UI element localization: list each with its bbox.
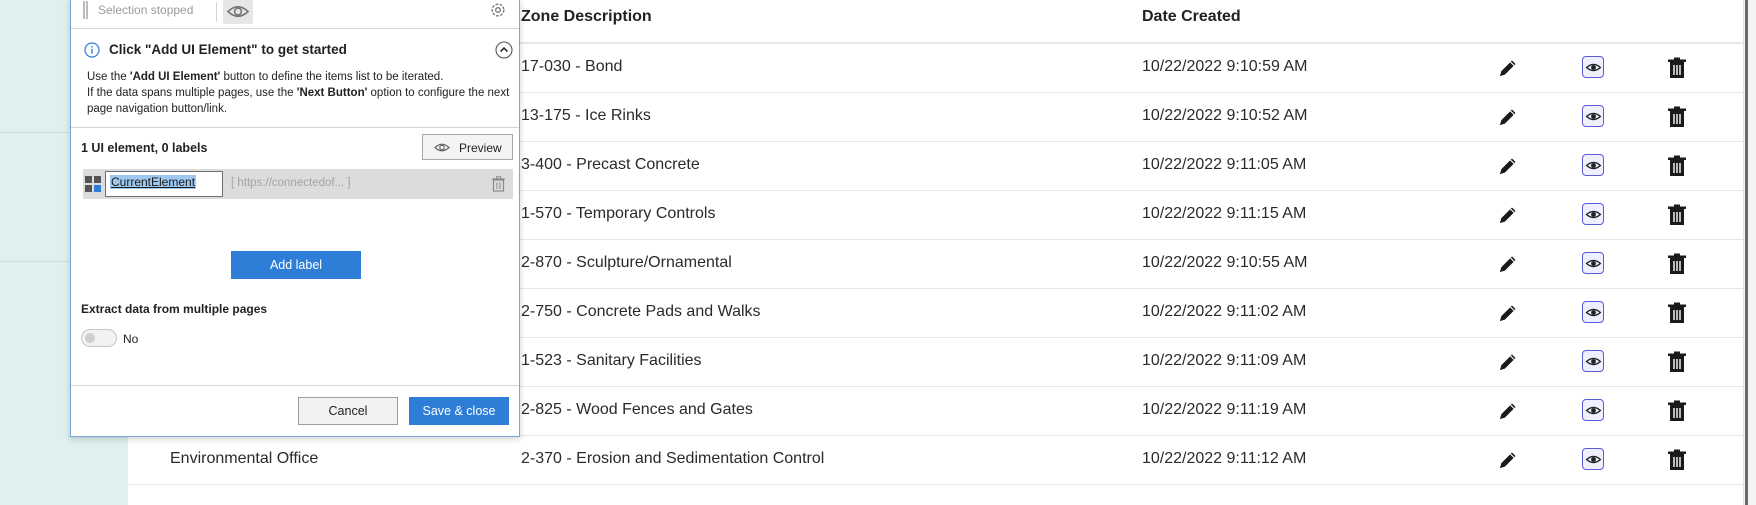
- zone-description-cell: 3-400 - Precast Concrete: [521, 156, 700, 173]
- date-created-cell: 10/22/2022 9:11:02 AM: [1142, 303, 1307, 320]
- pencil-icon[interactable]: [1496, 252, 1520, 276]
- header-zone-description[interactable]: Zone Description: [521, 8, 652, 26]
- save-close-button[interactable]: Save & close: [409, 397, 509, 425]
- multiple-pages-toggle[interactable]: [81, 329, 117, 347]
- scrollbar-thumb[interactable]: [1745, 0, 1748, 505]
- cancel-button[interactable]: Cancel: [298, 397, 398, 425]
- toggle-state-label: No: [123, 332, 139, 346]
- toggle-knob: [85, 333, 95, 343]
- zone-description-cell: 2-825 - Wood Fences and Gates: [521, 401, 753, 418]
- eye-icon: [434, 143, 450, 152]
- eye-icon[interactable]: [1582, 154, 1604, 176]
- trash-icon[interactable]: [491, 176, 506, 192]
- header-date-created[interactable]: Date Created: [1142, 8, 1241, 26]
- pencil-icon[interactable]: [1496, 154, 1520, 178]
- preview-button[interactable]: Preview: [422, 134, 513, 160]
- eye-icon[interactable]: [1582, 203, 1604, 225]
- date-created-cell: 10/22/2022 9:11:09 AM: [1142, 352, 1307, 369]
- trash-icon[interactable]: [1665, 301, 1689, 325]
- eye-icon[interactable]: [1582, 350, 1604, 372]
- add-label-button[interactable]: Add label: [231, 251, 361, 279]
- zone-description-cell: 2-750 - Concrete Pads and Walks: [521, 303, 761, 320]
- eye-icon[interactable]: [1582, 301, 1604, 323]
- eye-icon: [226, 5, 250, 18]
- dialog-toolbar: Selection stopped: [71, 0, 519, 29]
- zone-description-cell: 13-175 - Ice Rinks: [521, 107, 651, 124]
- table-row: Environmental Office 2-370 - Erosion and …: [128, 435, 1743, 485]
- date-created-cell: 10/22/2022 9:11:05 AM: [1142, 156, 1307, 173]
- ui-element-row[interactable]: CurrentElement [ https://connectedof... …: [83, 169, 513, 199]
- pencil-icon[interactable]: [1496, 448, 1520, 472]
- pencil-icon[interactable]: [1496, 105, 1520, 129]
- eye-icon[interactable]: [1582, 399, 1604, 421]
- element-selector: [ https://connectedof... ]: [231, 177, 351, 189]
- pencil-icon[interactable]: [1496, 399, 1520, 423]
- toolbar-divider: [216, 2, 217, 22]
- zone-description-cell: 1-570 - Temporary Controls: [521, 205, 716, 222]
- trash-icon[interactable]: [1665, 203, 1689, 227]
- eye-icon[interactable]: [1582, 448, 1604, 470]
- zone-description-cell: 17-030 - Bond: [521, 58, 623, 75]
- date-created-cell: 10/22/2022 9:11:19 AM: [1142, 401, 1307, 418]
- extract-data-dialog: Selection stopped Click "Add UI Element"…: [70, 0, 520, 437]
- trash-icon[interactable]: [1665, 105, 1689, 129]
- office-cell: Environmental Office: [170, 450, 319, 467]
- element-name-input[interactable]: CurrentElement: [105, 171, 223, 197]
- trash-icon[interactable]: [1665, 399, 1689, 423]
- preview-label: Preview: [459, 141, 502, 155]
- info-description: Use the 'Add UI Element' button to defin…: [87, 71, 510, 115]
- chevron-up-icon[interactable]: [495, 41, 513, 59]
- eye-icon[interactable]: [1582, 56, 1604, 78]
- zone-description-cell: 2-370 - Erosion and Sedimentation Contro…: [521, 450, 825, 467]
- gear-icon[interactable]: [489, 1, 507, 19]
- pencil-icon[interactable]: [1496, 350, 1520, 374]
- pencil-icon[interactable]: [1496, 301, 1520, 325]
- date-created-cell: 10/22/2022 9:10:59 AM: [1142, 58, 1308, 75]
- zone-description-cell: 2-870 - Sculpture/Ornamental: [521, 254, 732, 271]
- trash-icon[interactable]: [1665, 448, 1689, 472]
- zone-description-cell: 1-523 - Sanitary Facilities: [521, 352, 702, 369]
- date-created-cell: 10/22/2022 9:10:55 AM: [1142, 254, 1308, 271]
- drag-handle-icon[interactable]: [83, 1, 88, 19]
- trash-icon[interactable]: [1665, 154, 1689, 178]
- eye-icon[interactable]: [1582, 252, 1604, 274]
- info-title: Click "Add UI Element" to get started: [109, 42, 347, 57]
- trash-icon[interactable]: [1665, 350, 1689, 374]
- highlight-toggle-button[interactable]: [223, 0, 253, 24]
- date-created-cell: 10/22/2022 9:11:12 AM: [1142, 450, 1307, 467]
- eye-icon[interactable]: [1582, 105, 1604, 127]
- info-panel: Click "Add UI Element" to get started Us…: [71, 29, 519, 128]
- dialog-footer: Cancel Save & close: [71, 385, 519, 437]
- element-count: 1 UI element, 0 labels: [81, 141, 208, 155]
- date-created-cell: 10/22/2022 9:10:52 AM: [1142, 107, 1308, 124]
- info-icon: [84, 42, 100, 58]
- grid-icon: [85, 176, 101, 192]
- trash-icon[interactable]: [1665, 56, 1689, 80]
- pencil-icon[interactable]: [1496, 203, 1520, 227]
- date-created-cell: 10/22/2022 9:11:15 AM: [1142, 205, 1307, 222]
- selection-status: Selection stopped: [98, 3, 194, 17]
- pencil-icon[interactable]: [1496, 56, 1520, 80]
- extract-multiple-pages-label: Extract data from multiple pages: [81, 302, 268, 316]
- trash-icon[interactable]: [1665, 252, 1689, 276]
